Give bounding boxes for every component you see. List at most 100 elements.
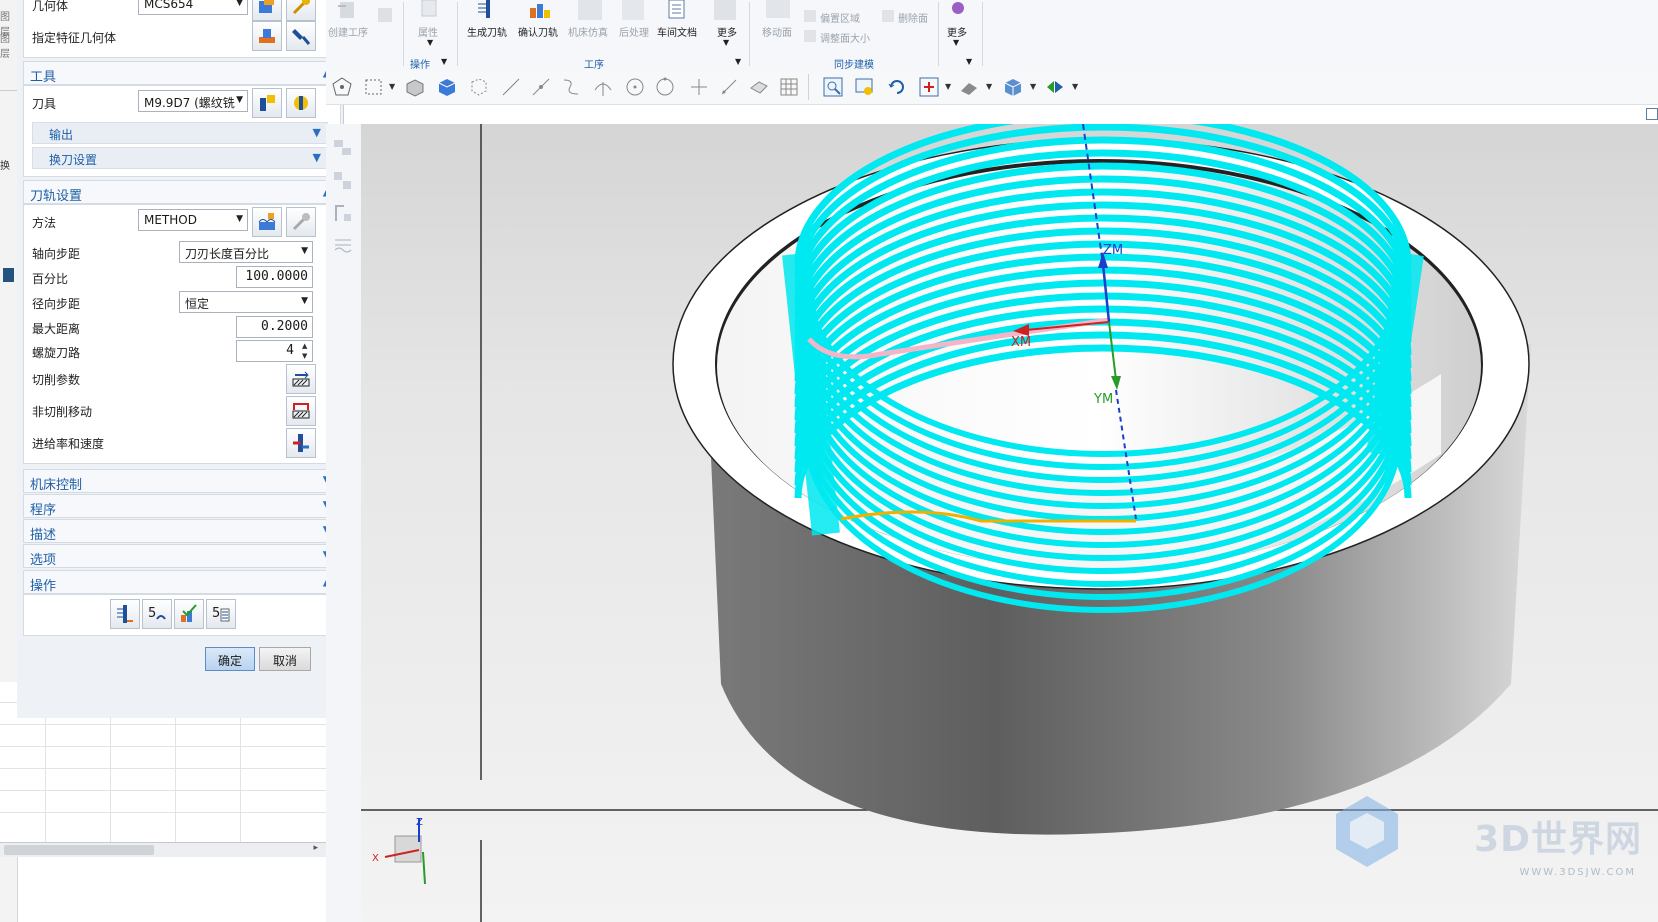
geometry-combo[interactable]: MCS654 ▼ <box>138 0 248 15</box>
non-cut-moves-button[interactable] <box>286 396 316 426</box>
edit-geometry-button[interactable] <box>286 0 316 21</box>
rotate-icon[interactable] <box>886 76 908 98</box>
shop-doc-button[interactable]: 车间文档 <box>657 24 697 39</box>
max-distance-input[interactable]: 0.2000 <box>236 316 313 338</box>
section-view-icon[interactable] <box>1044 76 1066 98</box>
offset-region-button[interactable]: 偏置区域 <box>820 10 860 25</box>
history-icon[interactable] <box>332 234 354 256</box>
more-button-1[interactable]: 更多 <box>717 24 737 39</box>
machine-control-header[interactable]: 机床控制 ▼ <box>23 469 339 493</box>
process-group-label: 工序 <box>584 60 604 71</box>
orient-view-icon[interactable] <box>918 76 940 98</box>
output-subsection[interactable]: 输出 ▼ <box>32 122 328 144</box>
edit-method-button[interactable] <box>286 207 316 237</box>
chevron-down-icon: ▼ <box>236 0 243 8</box>
model-canvas: ZM XM YM Z X <box>361 124 1658 922</box>
quadrant-icon[interactable] <box>654 76 676 98</box>
view-corner-icon[interactable] <box>1646 108 1658 120</box>
tool-combo[interactable]: M9.9D7 (螺纹铣 ▼ <box>138 90 248 112</box>
resize-face-button[interactable]: 调整面大小 <box>820 30 870 45</box>
list-toolpath-icon: 5 <box>212 606 230 622</box>
chevron-down-icon[interactable]: ▼ <box>427 38 433 47</box>
blue-body-icon[interactable] <box>436 76 458 98</box>
zoom-window-icon[interactable] <box>854 76 876 98</box>
machine-sim-button[interactable]: 机床仿真 <box>568 24 608 39</box>
toolchange-subsection[interactable]: 换刀设置 ▼ <box>32 147 328 169</box>
chevron-down-icon[interactable]: ▼ <box>389 82 395 91</box>
description-header[interactable]: 描述 ▼ <box>23 519 339 543</box>
delete-face-button[interactable]: 删除面 <box>898 10 928 25</box>
wrench-icon <box>292 0 310 15</box>
chevron-down-icon[interactable]: ▼ <box>1072 82 1078 91</box>
select-feature-button[interactable] <box>252 21 282 51</box>
cross-point-icon[interactable] <box>688 76 710 98</box>
scrollbar-thumb[interactable] <box>4 845 154 855</box>
grid-icon[interactable] <box>778 76 800 98</box>
chevron-down-icon[interactable]: ▼ <box>945 82 951 91</box>
feature-select-icon <box>259 29 275 43</box>
cut-params-button[interactable] <box>286 364 316 394</box>
new-geometry-button[interactable] <box>252 0 282 21</box>
operation-navigator-icon[interactable] <box>332 138 354 160</box>
cancel-button[interactable]: 取消 <box>259 647 311 671</box>
radial-step-value: 恒定 <box>185 297 210 311</box>
verify-toolpath-button[interactable] <box>174 599 204 629</box>
edit-tool-button[interactable] <box>286 88 316 118</box>
curve-icon[interactable] <box>560 76 582 98</box>
axial-step-combo[interactable]: 刀刃长度百分比 ▼ <box>179 241 313 263</box>
tool-section-title: 工具 <box>30 70 57 85</box>
graphics-viewport[interactable]: ZM XM YM Z X 3D世界网 WWW.3DSJW.COM <box>361 124 1658 922</box>
replay-toolpath-button[interactable]: 5 <box>142 599 172 629</box>
radial-step-combo[interactable]: 恒定 ▼ <box>179 291 313 313</box>
chevron-down-icon[interactable]: ▼ <box>735 57 741 66</box>
options-header[interactable]: 选项 ▼ <box>23 544 339 568</box>
operations-header[interactable]: 操作 ▲ <box>23 570 339 594</box>
machine-navigator-icon[interactable] <box>332 170 354 192</box>
wrench-icon <box>292 213 310 231</box>
path-settings-header[interactable]: 刀轨设置 ▲ <box>23 180 339 204</box>
verify-toolpath-ribbon-button[interactable]: 确认刀轨 <box>518 24 558 39</box>
generate-toolpath-ribbon-button[interactable]: 生成刀轨 <box>467 24 507 39</box>
more-button-2[interactable]: 更多 <box>947 24 967 39</box>
chevron-down-icon[interactable]: ▼ <box>953 38 959 47</box>
generate-toolpath-button[interactable] <box>110 599 140 629</box>
rect-select-icon[interactable] <box>363 76 385 98</box>
percent-input[interactable]: 100.0000 <box>236 266 313 288</box>
horizontal-scrollbar[interactable]: ▸ <box>0 842 326 857</box>
create-operation-button[interactable]: 创建工序 <box>328 24 368 39</box>
chevron-down-icon[interactable]: ▼ <box>441 57 447 66</box>
ok-button[interactable]: 确定 <box>205 647 255 671</box>
post-process-button[interactable]: 后处理 <box>619 24 649 39</box>
geometry-new-icon <box>259 0 274 13</box>
line-snap-icon[interactable] <box>530 76 552 98</box>
surface-point-icon[interactable] <box>748 76 770 98</box>
point-cloud-icon[interactable] <box>468 76 490 98</box>
chevron-down-icon[interactable]: ▼ <box>723 38 729 47</box>
pencil-line-icon[interactable] <box>718 76 740 98</box>
new-method-button[interactable] <box>252 207 282 237</box>
line-icon[interactable] <box>500 76 522 98</box>
show-feature-button[interactable] <box>286 21 316 51</box>
properties-button[interactable]: 属性 <box>418 24 438 39</box>
program-header[interactable]: 程序 ▼ <box>23 494 339 518</box>
new-tool-button[interactable] <box>252 88 282 118</box>
method-combo[interactable]: METHOD ▼ <box>138 209 248 231</box>
arc-point-icon[interactable] <box>592 76 614 98</box>
feeds-speeds-button[interactable] <box>286 428 316 458</box>
fit-view-icon[interactable] <box>822 76 844 98</box>
chevron-down-icon[interactable]: ▼ <box>986 82 992 91</box>
shaded-body-icon[interactable] <box>404 76 426 98</box>
cube-view-icon[interactable] <box>1002 76 1024 98</box>
tool-section-header[interactable]: 工具 ▲ <box>23 61 339 85</box>
circle-center-icon[interactable] <box>624 76 646 98</box>
scroll-right-arrow-icon[interactable]: ▸ <box>313 843 318 853</box>
move-face-button[interactable]: 移动面 <box>762 24 792 39</box>
list-toolpath-button[interactable]: 5 <box>206 599 236 629</box>
render-style-icon[interactable] <box>958 76 980 98</box>
chevron-down-icon: ▼ <box>301 246 308 256</box>
polygon-select-icon[interactable] <box>331 76 353 98</box>
chevron-down-icon[interactable]: ▼ <box>1030 82 1036 91</box>
spinner-arrows-icon[interactable]: ▲ ▼ <box>302 341 307 361</box>
part-navigator-icon[interactable] <box>332 202 354 224</box>
chevron-down-icon[interactable]: ▼ <box>966 57 972 66</box>
